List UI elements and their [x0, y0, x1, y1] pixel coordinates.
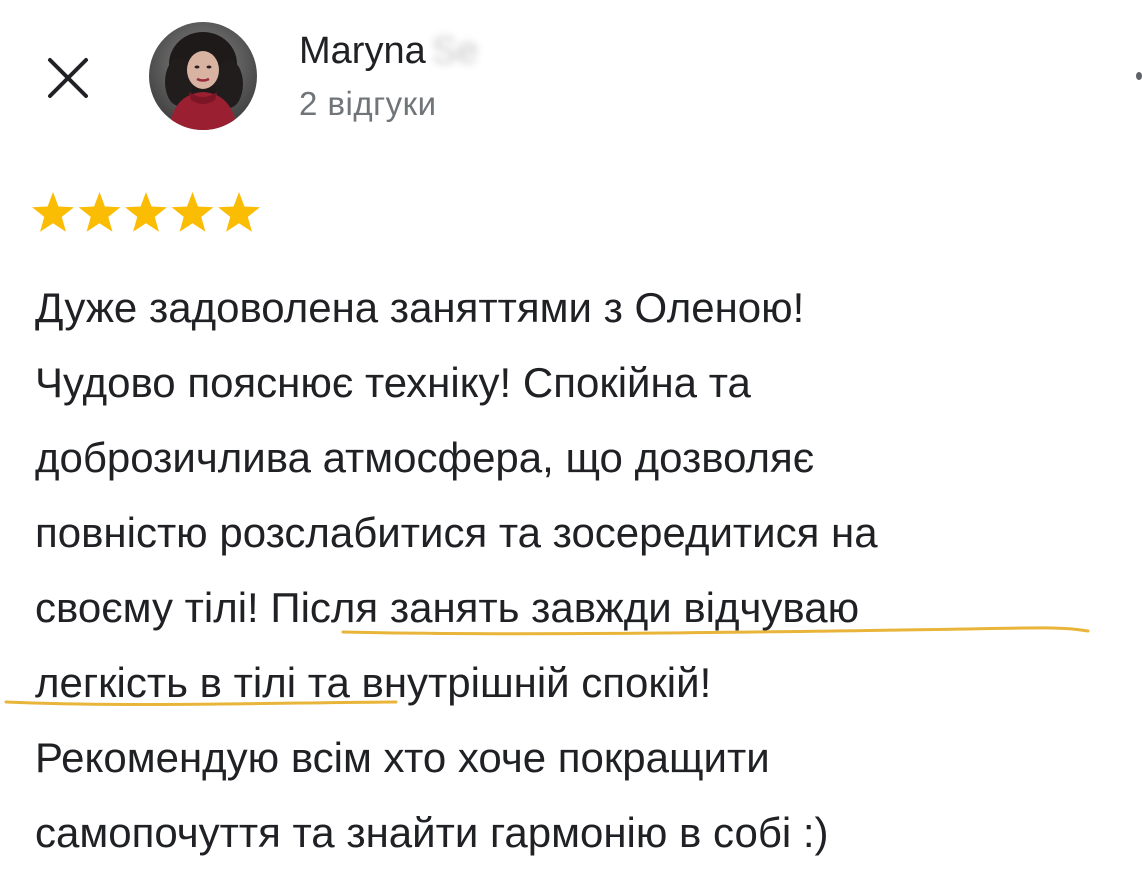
close-button[interactable]: [40, 50, 96, 106]
reviewer-surname-blurred: Se: [431, 30, 479, 72]
more-options-icon[interactable]: [1136, 72, 1142, 80]
star-icon: [125, 192, 167, 232]
review-line: самопочуття та знайти гармонію в собі :): [35, 809, 829, 856]
star-icon: [218, 192, 260, 232]
avatar-image: [149, 22, 257, 130]
star-icon: [171, 192, 214, 232]
reviewer-avatar[interactable]: [149, 22, 257, 130]
review-line: легкість в тілі та внутрішній спокій!: [35, 659, 712, 706]
review-line: Дуже задоволена заняттями з Оленою!: [35, 284, 805, 331]
review-line: доброзичлива атмосфера, що дозволяє: [35, 434, 815, 481]
close-icon: [48, 58, 88, 98]
reviewer-name[interactable]: Maryna Se: [299, 27, 478, 75]
review-line: повністю розслабитися та зосередитися на: [35, 509, 878, 556]
review-count[interactable]: 2 відгуки: [299, 82, 437, 126]
star-icon: [32, 192, 74, 232]
star-icon: [78, 192, 121, 232]
review-text: Дуже задоволена заняттями з Оленою! Чудо…: [35, 270, 878, 870]
review-line: Рекомендую всім хто хоче покращити: [35, 734, 770, 781]
reviewer-first-name: Maryna: [299, 30, 426, 72]
review-line: Чудово пояснює техніку! Спокійна та: [35, 359, 751, 406]
review-line: своєму тілі! Після занять завжди відчува…: [35, 584, 860, 631]
star-rating: [32, 192, 260, 232]
